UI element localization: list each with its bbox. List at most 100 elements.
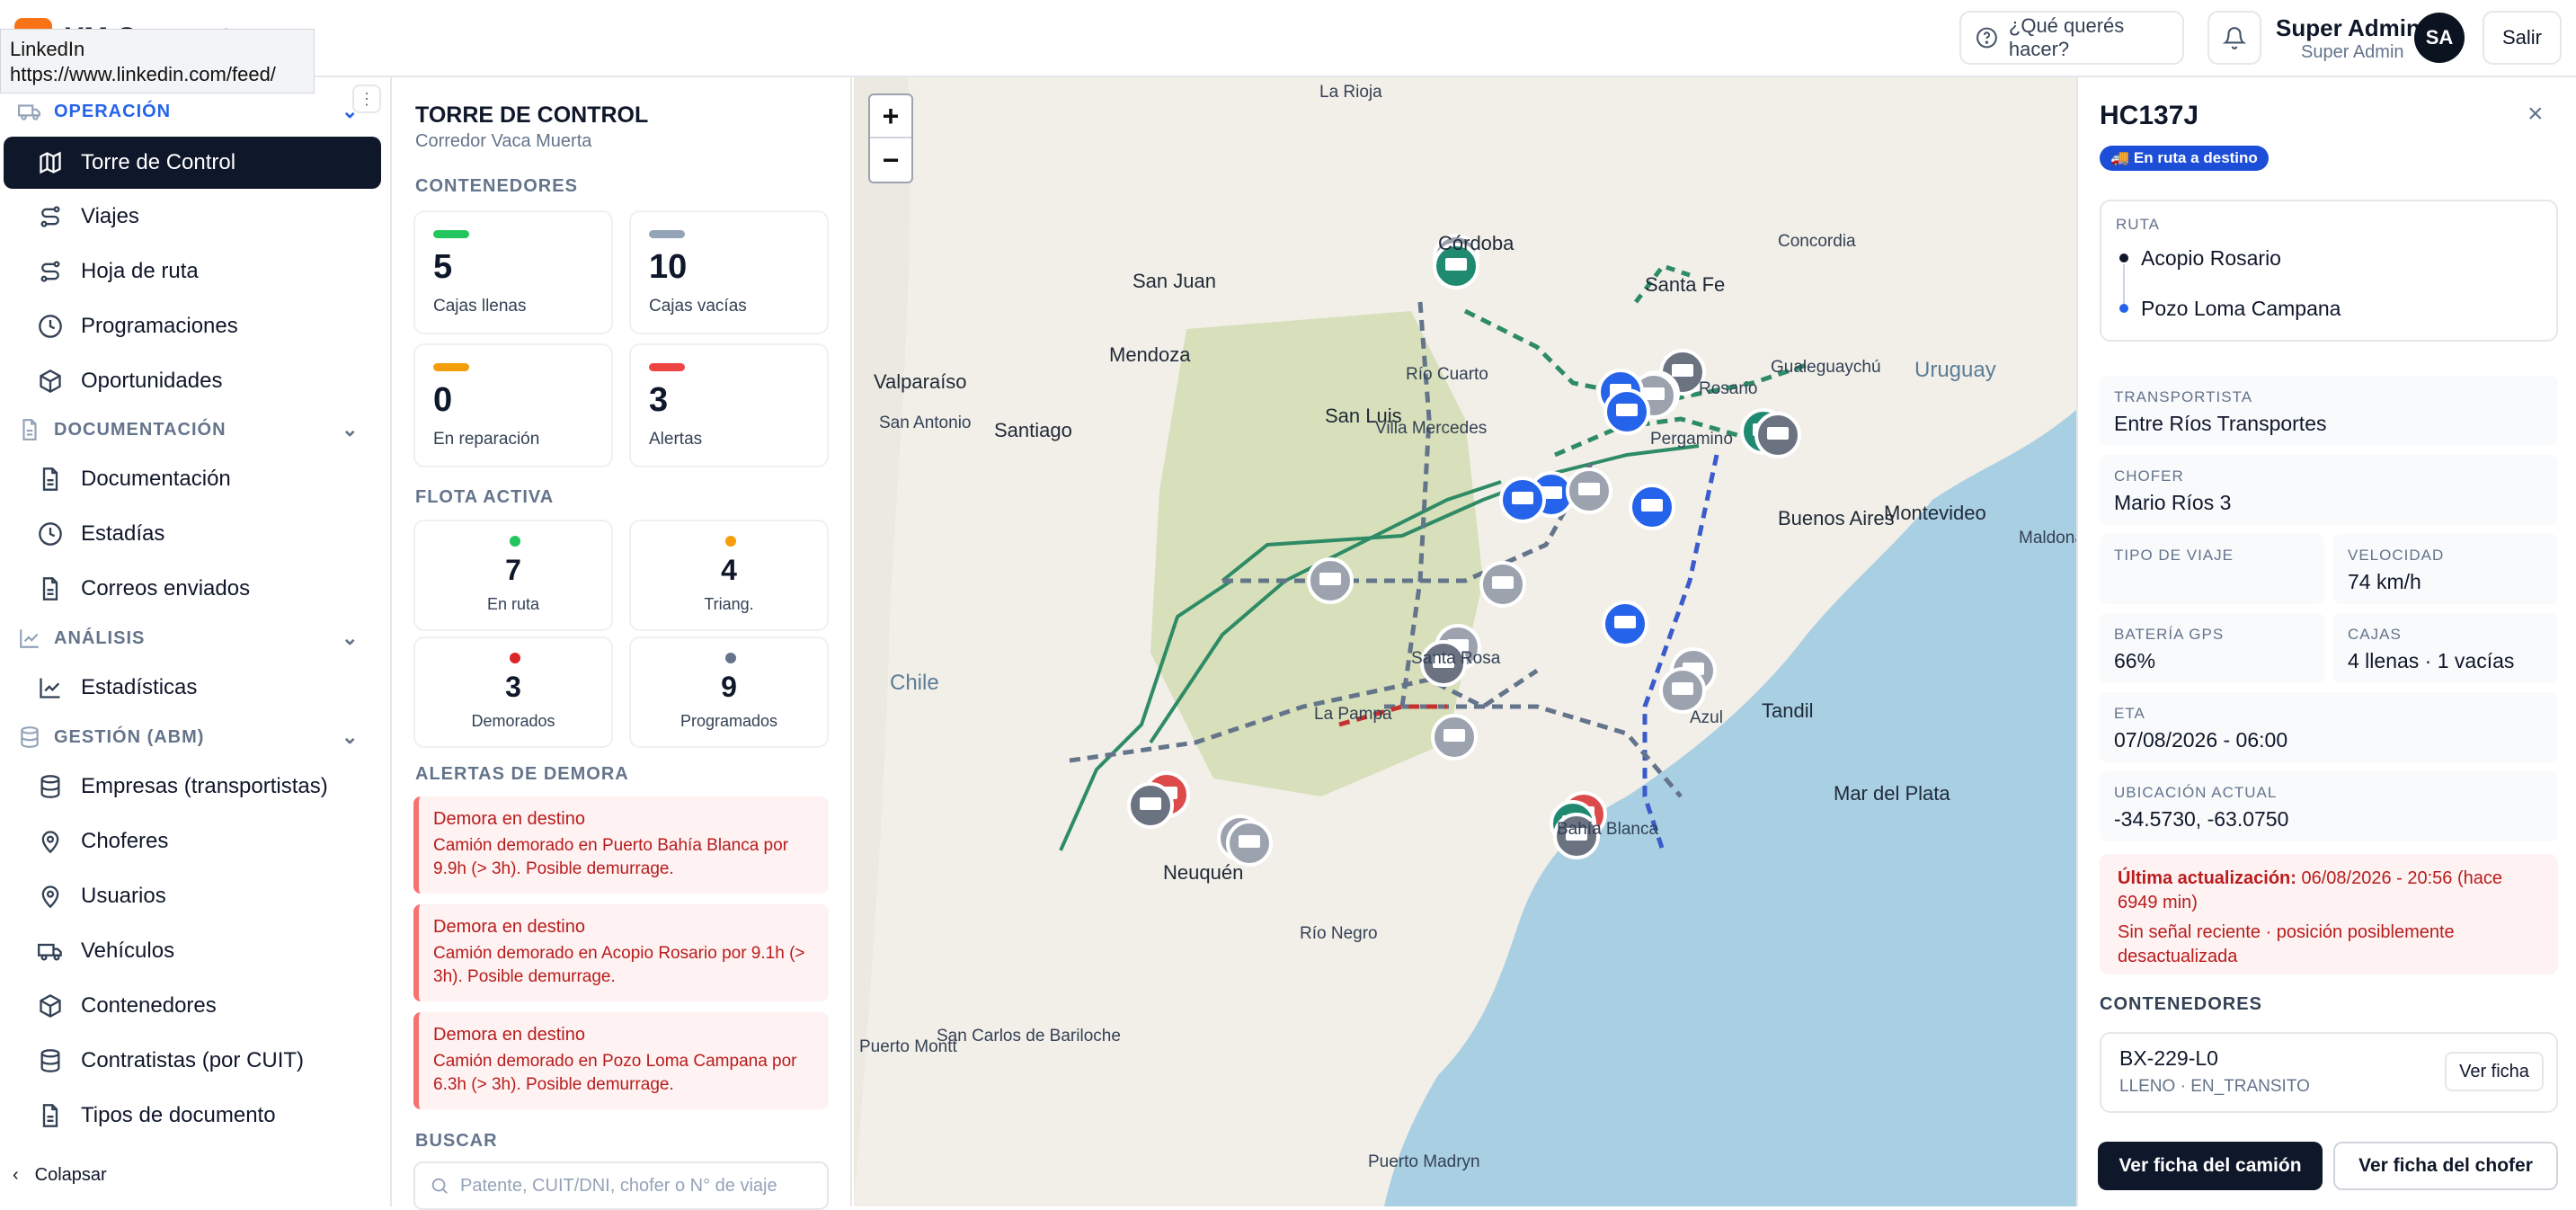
delay-alert[interactable]: Demora en destino Camión demorado en Poz… [413, 1012, 829, 1109]
map-label: Mendoza [1109, 343, 1191, 366]
section-label: DOCUMENTACIÓN [54, 419, 227, 440]
fleet-value: 7 [505, 554, 521, 586]
truck-marker-blue[interactable] [1603, 388, 1650, 435]
sidebar-item-choferes[interactable]: Choferes [4, 815, 381, 867]
field-label: CHOFER [2114, 467, 2184, 485]
sidebar-item-label: Torre de Control [81, 150, 236, 174]
truck-marker-gray[interactable] [1659, 667, 1706, 714]
truck-marker-blue[interactable] [1499, 476, 1546, 523]
search-placeholder: Patente, CUIT/DNI, chofer o N° de viaje [460, 1175, 777, 1196]
sidebar-item-usuarios[interactable]: Usuarios [4, 870, 381, 922]
search-input[interactable]: Patente, CUIT/DNI, chofer o N° de viaje [413, 1161, 829, 1210]
stat-label: En reparación [433, 430, 540, 449]
stat-label: Cajas llenas [433, 297, 527, 316]
driver-detail-button[interactable]: Ver ficha del chofer [2333, 1142, 2558, 1190]
sidebar-item-label: Vehículos [81, 939, 175, 963]
map-label: San Carlos de Bariloche [937, 1027, 1121, 1045]
signal-warning: Última actualización: 06/08/2026 - 20:56… [2100, 854, 2558, 974]
zoom-in-button[interactable]: + [870, 95, 911, 138]
sidebar-item-contratistas[interactable]: Contratistas (por CUIT) [4, 1035, 381, 1087]
truck-marker-gray[interactable] [1566, 467, 1612, 514]
route-line [2123, 264, 2125, 304]
fleet-card[interactable]: 7 En ruta [413, 520, 613, 631]
section-operacion[interactable]: OPERACIÓN ⌄ [18, 93, 358, 129]
sidebar-item-oportunidades[interactable]: Oportunidades [4, 355, 381, 407]
alerts-label: ALERTAS DE DEMORA [415, 764, 629, 784]
section-label: ANÁLISIS [54, 627, 146, 648]
alert-title: Demora en destino [433, 917, 585, 937]
truck-marker-gray[interactable] [1479, 561, 1526, 608]
route-destination: Pozo Loma Campana [2141, 297, 2341, 320]
map-label: San Juan [1133, 270, 1216, 292]
section-gestion[interactable]: GESTIÓN (ABM) ⌄ [18, 719, 358, 755]
map-label: Río Negro [1300, 924, 1378, 943]
status-dot [725, 536, 736, 547]
map-label: Azul [1690, 708, 1723, 727]
sidebar-item-contenedores[interactable]: Contenedores [4, 980, 381, 1032]
section-analisis[interactable]: ANÁLISIS ⌄ [18, 620, 358, 656]
battery-field: BATERÍA GPS 66% [2100, 613, 2324, 683]
sidebar-item-correos[interactable]: Correos enviados [4, 563, 381, 615]
pin-icon [41, 831, 59, 854]
container-detail-button[interactable]: Ver ficha [2445, 1052, 2544, 1091]
sidebar-item-label: Empresas (transportistas) [81, 774, 328, 798]
route-box: RUTA Acopio Rosario Pozo Loma Campana [2100, 200, 2558, 342]
sidebar-item-documentacion[interactable]: Documentación [4, 453, 381, 505]
avatar[interactable]: SA [2414, 13, 2465, 63]
fleet-card[interactable]: 3 Demorados [413, 636, 613, 748]
sidebar-item-hoja[interactable]: Hoja de ruta [4, 245, 381, 298]
bell-icon [2223, 27, 2246, 49]
notifications-button[interactable] [2207, 11, 2261, 65]
truck-marker-blue[interactable] [1629, 484, 1675, 530]
truck-marker-gray[interactable] [1226, 820, 1273, 867]
collapse-button[interactable]: ‹ Colapsar [13, 1165, 107, 1186]
logout-button[interactable]: Salir [2483, 11, 2562, 65]
map[interactable]: La Rioja Córdoba Concordia Santa Fe San … [854, 77, 2076, 1206]
map-label: Chile [890, 671, 939, 695]
field-label: ETA [2114, 705, 2145, 722]
database-icon [40, 775, 60, 798]
section-documentacion[interactable]: DOCUMENTACIÓN ⌄ [18, 412, 358, 448]
map-label: Concordia [1778, 232, 1856, 251]
delay-alert[interactable]: Demora en destino Camión demorado en Aco… [413, 904, 829, 1001]
truck-detail-button[interactable]: Ver ficha del camión [2098, 1142, 2323, 1190]
pin-icon [41, 885, 59, 909]
sidebar-item-viajes[interactable]: Viajes [4, 191, 381, 243]
field-value: 74 km/h [2348, 570, 2421, 593]
truck-marker-gray[interactable] [1307, 557, 1354, 604]
panel-title: TORRE DE CONTROL [415, 102, 649, 128]
sidebar-item-programaciones[interactable]: Programaciones [4, 300, 381, 352]
sidebar-item-estadias[interactable]: Estadías [4, 508, 381, 560]
help-label: ¿Qué querés hacer? [2008, 14, 2125, 60]
top-bar: YM YM Connect ¿Qué querés hacer? Super A… [0, 0, 2576, 77]
truck-marker-gray[interactable] [1431, 714, 1478, 761]
sidebar-item-tipos[interactable]: Tipos de documento [4, 1090, 381, 1142]
truck-marker-gray[interactable] [1127, 782, 1174, 829]
map-label: San Antonio [879, 414, 972, 432]
sidebar-item-torre[interactable]: Torre de Control [4, 137, 381, 189]
map-label: Córdoba [1438, 232, 1515, 254]
help-button[interactable]: ¿Qué querés hacer? [1959, 11, 2184, 65]
sidebar-item-empresas[interactable]: Empresas (transportistas) [4, 761, 381, 813]
fleet-card[interactable]: 4 Triang. [629, 520, 829, 631]
sidebar-item-estadisticas[interactable]: Estadísticas [4, 662, 381, 714]
close-icon[interactable]: × [2527, 99, 2544, 129]
speed-field: VELOCIDAD 74 km/h [2333, 534, 2558, 604]
field-value: Entre Ríos Transportes [2114, 412, 2327, 435]
map-label: Mar del Plata [1834, 782, 1950, 805]
truck-icon [18, 104, 40, 120]
fleet-card[interactable]: 9 Programados [629, 636, 829, 748]
zoom-out-button[interactable]: − [870, 138, 911, 182]
truck-marker-gray[interactable] [1754, 412, 1801, 458]
document-icon [22, 419, 37, 440]
sidebar-item-label: Hoja de ruta [81, 259, 199, 283]
truck-marker-blue[interactable] [1602, 601, 1648, 647]
delay-alert[interactable]: Demora en destino Camión demorado en Pue… [413, 796, 829, 894]
tooltip-title: LinkedIn [10, 38, 85, 60]
stat-card: 5 Cajas llenas [413, 210, 613, 334]
color-bar [649, 363, 685, 371]
map-icon [40, 151, 61, 174]
sidebar-menu-button[interactable]: ⋮ [352, 85, 381, 113]
sidebar-item-vehiculos[interactable]: Vehículos [4, 925, 381, 977]
database-icon [21, 726, 39, 748]
